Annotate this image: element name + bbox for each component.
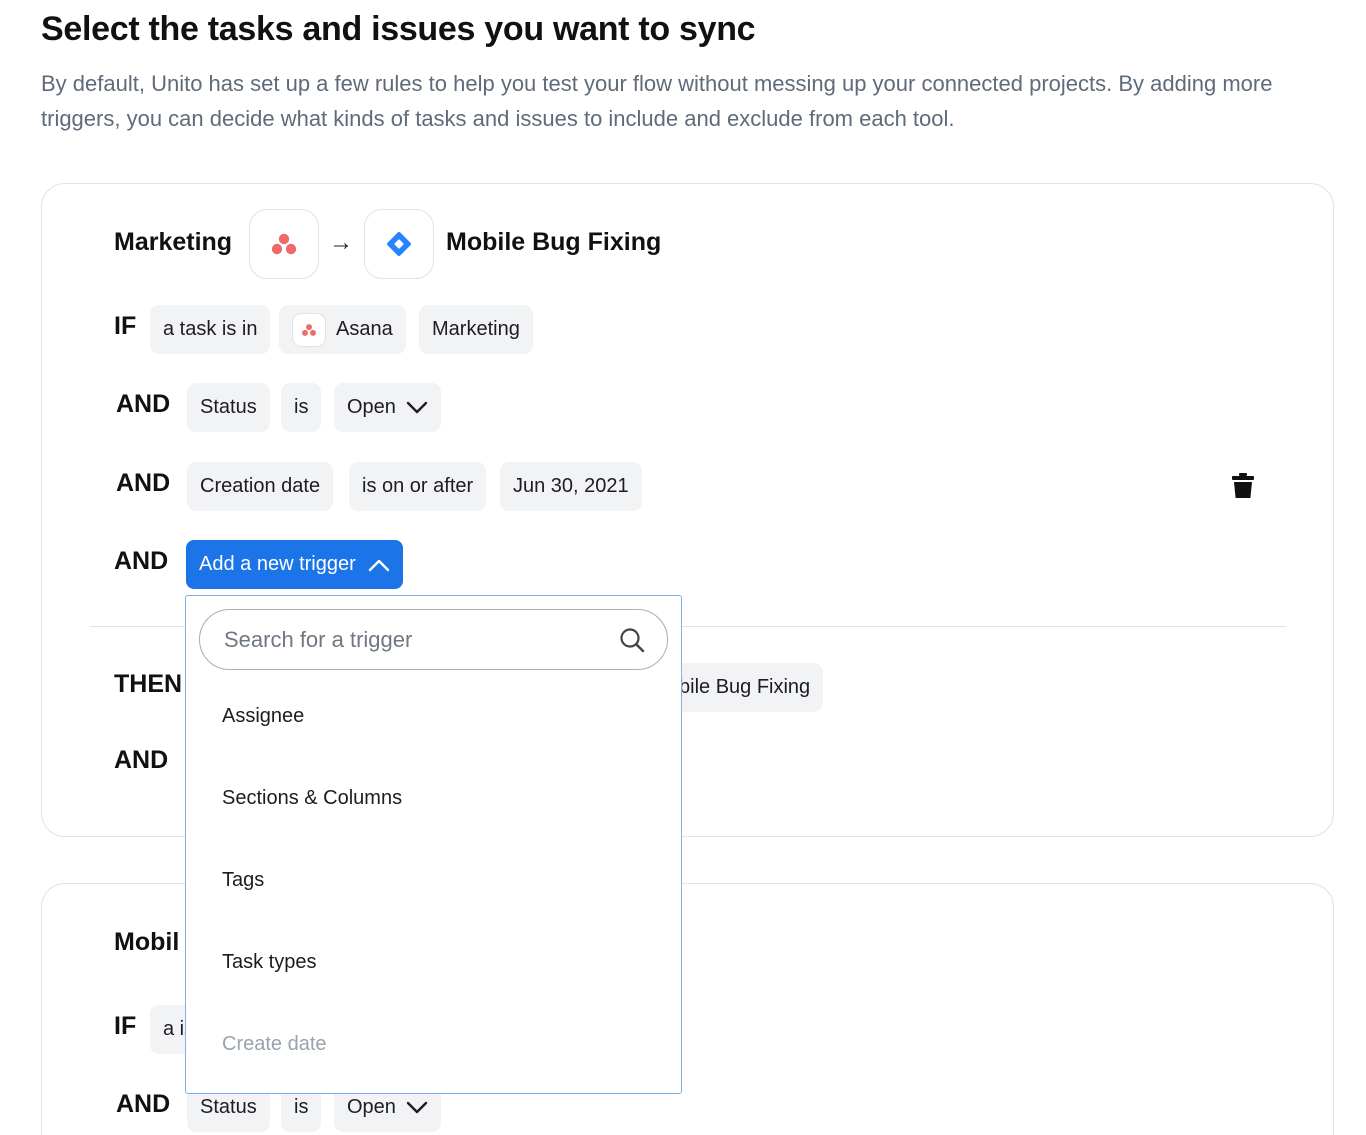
search-icon xyxy=(620,627,645,652)
trigger-dropdown-menu: Assignee Sections & Columns Tags Task ty… xyxy=(185,595,682,1094)
date-value-chip[interactable]: Jun 30, 2021 xyxy=(500,462,642,511)
and-keyword: AND xyxy=(116,390,171,418)
rule-target-name: Mobile Bug Fixing xyxy=(446,228,662,256)
target-app-badge xyxy=(364,209,434,279)
asana-chip-icon xyxy=(292,312,326,347)
chip-field-creation-date: Creation date xyxy=(187,462,334,511)
and-keyword: AND xyxy=(114,746,169,774)
page-subtitle: By default, Unito has set up a few rules… xyxy=(41,71,1273,131)
trigger-search-input[interactable] xyxy=(224,626,619,653)
page: Select the tasks and issues you want to … xyxy=(0,0,1366,1135)
chevron-down-icon xyxy=(406,401,428,413)
add-new-trigger-button[interactable]: Add a new trigger xyxy=(186,540,403,589)
source-app-badge xyxy=(249,209,319,279)
and-keyword: AND xyxy=(114,547,169,575)
trigger-search-box xyxy=(199,609,668,670)
rule-source-name: Marketing xyxy=(114,228,233,256)
chip-tool-label: Asana xyxy=(336,318,393,340)
trigger-option-task-types[interactable]: Task types xyxy=(222,951,316,974)
chevron-down-icon xyxy=(406,1101,428,1113)
chip-operator-on-or-after: is on or after xyxy=(349,462,487,511)
trigger-option-create-date[interactable]: Create date xyxy=(222,1033,327,1056)
chip-project-marketing: Marketing xyxy=(419,305,533,354)
chip-a-task-is-in: a task is in xyxy=(150,305,271,354)
chip-operator-is: is xyxy=(281,383,322,432)
chevron-up-icon xyxy=(368,559,389,571)
if-keyword: IF xyxy=(114,1012,137,1040)
and-keyword: AND xyxy=(116,1090,171,1118)
asana-icon xyxy=(271,233,297,255)
trigger-option-sections-columns[interactable]: Sections & Columns xyxy=(222,787,402,810)
status-value-label: Open xyxy=(347,1096,396,1118)
add-trigger-label: Add a new trigger xyxy=(199,553,356,575)
chip-field-status: Status xyxy=(187,383,270,432)
rule-source-name: Mobil xyxy=(114,928,180,956)
then-keyword: THEN xyxy=(114,670,183,698)
trash-icon xyxy=(1232,473,1254,498)
trigger-option-tags[interactable]: Tags xyxy=(222,869,264,892)
jira-icon xyxy=(387,232,411,256)
if-keyword: IF xyxy=(114,312,137,340)
status-value-label: Open xyxy=(347,396,396,418)
flow-arrow-icon: → xyxy=(329,229,353,256)
chip-tool-asana: Asana xyxy=(279,305,406,354)
chip-then-target-project: bile Bug Fixing xyxy=(669,663,824,712)
delete-trigger-button[interactable] xyxy=(1232,473,1254,504)
status-value-dropdown[interactable]: Open xyxy=(334,383,441,432)
asana-icon xyxy=(302,323,316,336)
and-keyword: AND xyxy=(116,469,171,497)
page-title: Select the tasks and issues you want to … xyxy=(41,10,756,48)
trigger-option-assignee[interactable]: Assignee xyxy=(222,705,304,728)
